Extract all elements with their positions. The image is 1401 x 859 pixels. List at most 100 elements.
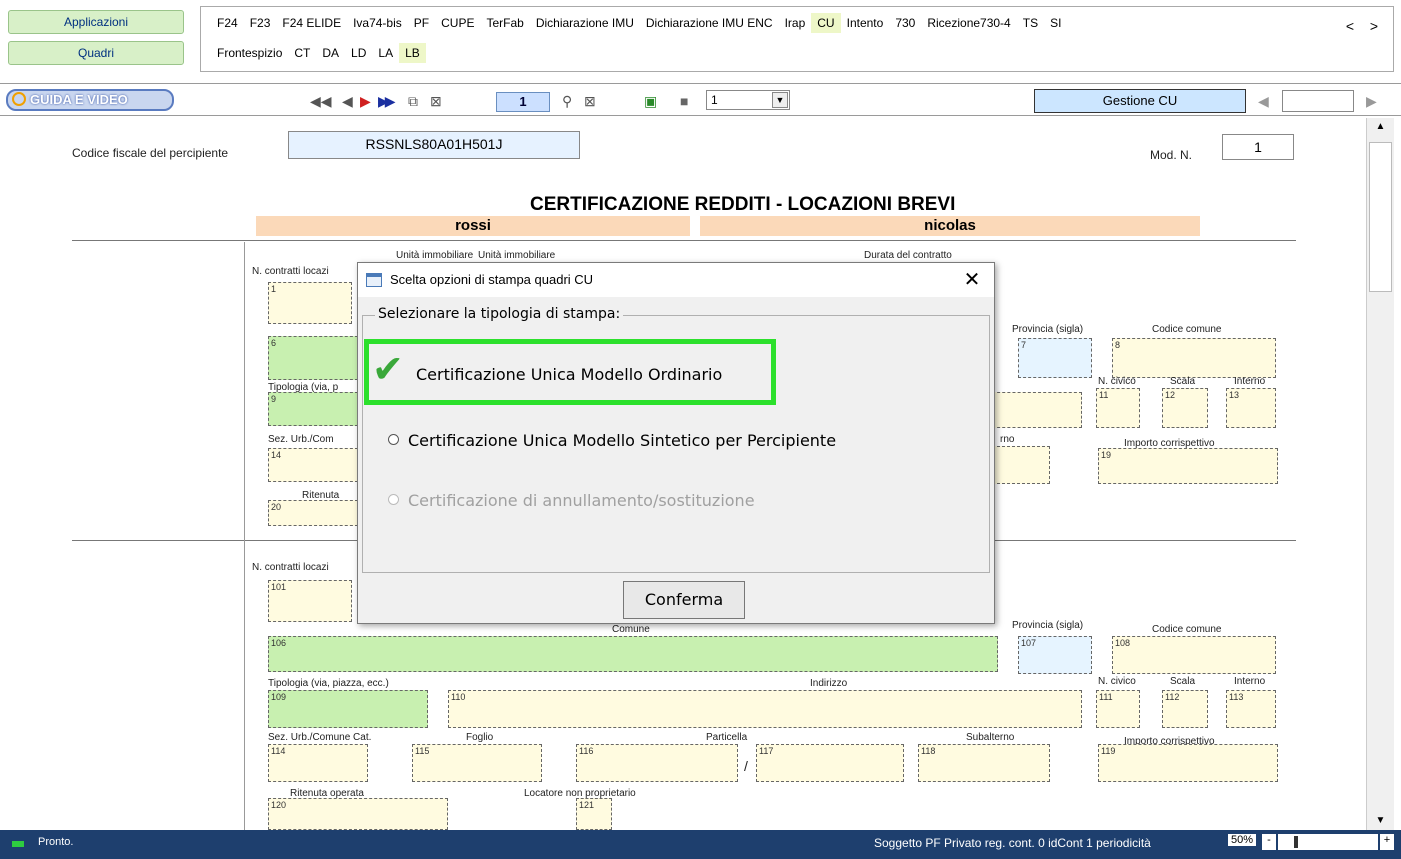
provincia-label: Provincia (sigla): [1012, 620, 1084, 631]
menu-item-730[interactable]: 730: [889, 13, 921, 33]
scroll-down-icon[interactable]: ▼: [1367, 812, 1394, 830]
blank-page-icon[interactable]: ■: [680, 92, 688, 110]
menu-item-iva74-bis[interactable]: Iva74-bis: [347, 13, 408, 33]
cognome-field[interactable]: rossi: [256, 216, 690, 236]
field-109[interactable]: 109: [268, 690, 428, 728]
menu-item-lb[interactable]: LB: [399, 43, 426, 63]
quadri-button[interactable]: Quadri: [8, 41, 184, 65]
field-116[interactable]: 116: [576, 744, 738, 782]
applicazioni-button[interactable]: Applicazioni: [8, 10, 184, 34]
menu-item-dichiarazione-imu[interactable]: Dichiarazione IMU: [530, 13, 640, 33]
option-sintetico[interactable]: Certificazione Unica Modello Sintetico p…: [388, 431, 836, 450]
menu-item-intento[interactable]: Intento: [841, 13, 890, 33]
close-icon[interactable]: ✕: [962, 263, 982, 297]
address-field[interactable]: [992, 392, 1082, 428]
nome-field[interactable]: nicolas: [700, 216, 1200, 236]
field-119[interactable]: 119: [1098, 744, 1278, 782]
menu-item-da[interactable]: DA: [316, 43, 345, 63]
field-6[interactable]: 6: [268, 336, 358, 380]
zoom-slider[interactable]: [1278, 834, 1378, 850]
page-number-field[interactable]: 1: [496, 92, 550, 112]
field-120[interactable]: 120: [268, 798, 448, 830]
interno-label: Interno: [1234, 676, 1266, 687]
field-115[interactable]: 115: [412, 744, 542, 782]
menu-item-irap[interactable]: Irap: [779, 13, 812, 33]
menu-item-pf[interactable]: PF: [408, 13, 435, 33]
vertical-scrollbar[interactable]: ▲ ▼: [1366, 118, 1394, 830]
menu-item-ricezione730-4[interactable]: Ricezione730-4: [921, 13, 1016, 33]
last-record-icon[interactable]: ▶▶: [378, 92, 395, 110]
scroll-up-icon[interactable]: ▲: [1367, 118, 1394, 136]
menu-item-si[interactable]: SI: [1044, 13, 1067, 33]
next-record-icon[interactable]: ▶: [360, 92, 371, 110]
add-page-icon[interactable]: ▣: [644, 92, 657, 110]
menu-item-f23[interactable]: F23: [244, 13, 277, 33]
field-108[interactable]: 108: [1112, 636, 1276, 674]
zoom-in-button[interactable]: +: [1380, 834, 1394, 850]
confirm-button[interactable]: Conferma: [623, 581, 745, 619]
guida-video-button[interactable]: GUIDA E VIDEO: [6, 89, 174, 111]
field-112[interactable]: 112: [1162, 690, 1208, 728]
menu-item-ts[interactable]: TS: [1017, 13, 1044, 33]
radio-icon[interactable]: [388, 434, 399, 445]
gestione-cu-button[interactable]: Gestione CU: [1034, 89, 1246, 113]
field-12[interactable]: 12: [1162, 388, 1208, 428]
field-111[interactable]: 111: [1096, 690, 1140, 728]
field-20[interactable]: 20: [268, 500, 358, 526]
field-13[interactable]: 13: [1226, 388, 1276, 428]
codice-comune-label: Codice comune: [1152, 324, 1222, 335]
n-civico-label: N. civico: [1098, 676, 1136, 687]
nav-left-icon[interactable]: ◀: [1258, 92, 1269, 110]
zoom-out-button[interactable]: -: [1262, 834, 1276, 850]
field-117[interactable]: 117: [756, 744, 904, 782]
field-9[interactable]: 9: [268, 392, 358, 426]
menu-item-cu[interactable]: CU: [811, 13, 841, 33]
field-110[interactable]: 110: [448, 690, 1082, 728]
clear-search-icon[interactable]: ⊠: [584, 92, 596, 110]
field-114[interactable]: 114: [268, 744, 368, 782]
menu-item-f24[interactable]: F24: [211, 13, 244, 33]
menu-item-frontespizio[interactable]: Frontespizio: [211, 43, 288, 63]
menu-item-ct[interactable]: CT: [288, 43, 316, 63]
menu-item-dichiarazione-imu-enc[interactable]: Dichiarazione IMU ENC: [640, 13, 779, 33]
scroll-thumb[interactable]: [1369, 142, 1392, 292]
first-record-icon[interactable]: ◀◀: [310, 92, 332, 110]
menu-item-ld[interactable]: LD: [345, 43, 372, 63]
subalterno-field[interactable]: [992, 446, 1050, 484]
field-118[interactable]: 118: [918, 744, 1050, 782]
menu-item-terfab[interactable]: TerFab: [480, 13, 529, 33]
menu-prev-button[interactable]: <: [1341, 17, 1359, 37]
field-8[interactable]: 8: [1112, 338, 1276, 378]
page-select[interactable]: 1 ▼: [706, 90, 790, 110]
menu-item-cupe[interactable]: CUPE: [435, 13, 480, 33]
status-info: Soggetto PF Privato reg. cont. 0 idCont …: [874, 836, 1151, 850]
menu-item-la[interactable]: LA: [372, 43, 399, 63]
field-121[interactable]: 121: [576, 798, 612, 830]
find-icon[interactable]: ⚲: [562, 92, 572, 110]
prev-record-icon[interactable]: ◀: [342, 92, 353, 110]
copy-icon[interactable]: ⧉: [408, 92, 418, 110]
field-1[interactable]: 1: [268, 282, 352, 324]
field-107[interactable]: 107: [1018, 636, 1092, 674]
search-icon: [12, 92, 26, 106]
field-113[interactable]: 113: [1226, 690, 1276, 728]
mod-field[interactable]: 1: [1222, 134, 1294, 160]
field-101[interactable]: 101: [268, 580, 352, 622]
field-106[interactable]: 106: [268, 636, 998, 672]
menu-item-f24-elide[interactable]: F24 ELIDE: [276, 13, 347, 33]
field-7[interactable]: 7: [1018, 338, 1092, 378]
status-bar: Pronto. Soggetto PF Privato reg. cont. 0…: [0, 830, 1401, 859]
nav-input[interactable]: [1282, 90, 1354, 112]
field-11[interactable]: 11: [1096, 388, 1140, 428]
nav-right-icon[interactable]: ▶: [1366, 92, 1377, 110]
durata-label: Durata del contratto: [864, 250, 952, 261]
field-14[interactable]: 14: [268, 448, 358, 482]
chevron-down-icon[interactable]: ▼: [772, 92, 788, 108]
option-ordinario[interactable]: Certificazione Unica Modello Ordinario: [416, 365, 722, 384]
delete-icon[interactable]: ⊠: [430, 92, 442, 110]
subalterno-label: Subalterno: [966, 732, 1015, 743]
field-19[interactable]: 19: [1098, 448, 1278, 484]
cf-field[interactable]: RSSNLS80A01H501J: [288, 131, 580, 159]
menu-next-button[interactable]: >: [1365, 17, 1383, 37]
zoom-slider-handle[interactable]: [1294, 836, 1298, 848]
